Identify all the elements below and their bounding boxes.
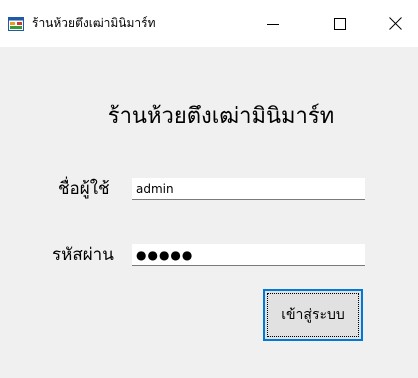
minimize-icon xyxy=(267,23,279,25)
close-icon xyxy=(388,17,402,30)
password-label: รหัสผ่าน xyxy=(52,245,114,265)
username-input[interactable]: admin xyxy=(132,178,365,200)
maximize-button[interactable] xyxy=(317,0,363,47)
store-heading: ร้านห้วยตึงเฒ่ามินิมาร์ท xyxy=(107,104,335,129)
password-input[interactable]: ●●●●● xyxy=(132,244,365,266)
form-body: ร้านห้วยตึงเฒ่ามินิมาร์ท ชื่อผู้ใช้ admi… xyxy=(0,47,418,378)
maximize-icon xyxy=(334,17,346,30)
login-button[interactable]: เข้าสู่ระบบ xyxy=(263,289,363,341)
username-label: ชื่อผู้ใช้ xyxy=(58,179,110,199)
login-button-label: เข้าสู่ระบบ xyxy=(281,307,345,323)
title-bar[interactable]: ร้านห้วยตึงเฒ่ามินิมาร์ท xyxy=(0,0,418,47)
login-window: ร้านห้วยตึงเฒ่ามินิมาร์ท ร้านห้วยตึงเฒ่า… xyxy=(0,0,418,378)
window-title: ร้านห้วยตึงเฒ่ามินิมาร์ท xyxy=(32,16,156,30)
form-icon xyxy=(8,17,24,31)
close-button[interactable] xyxy=(372,0,418,47)
password-mask: ●●●●● xyxy=(136,248,194,262)
minimize-button[interactable] xyxy=(250,0,296,47)
